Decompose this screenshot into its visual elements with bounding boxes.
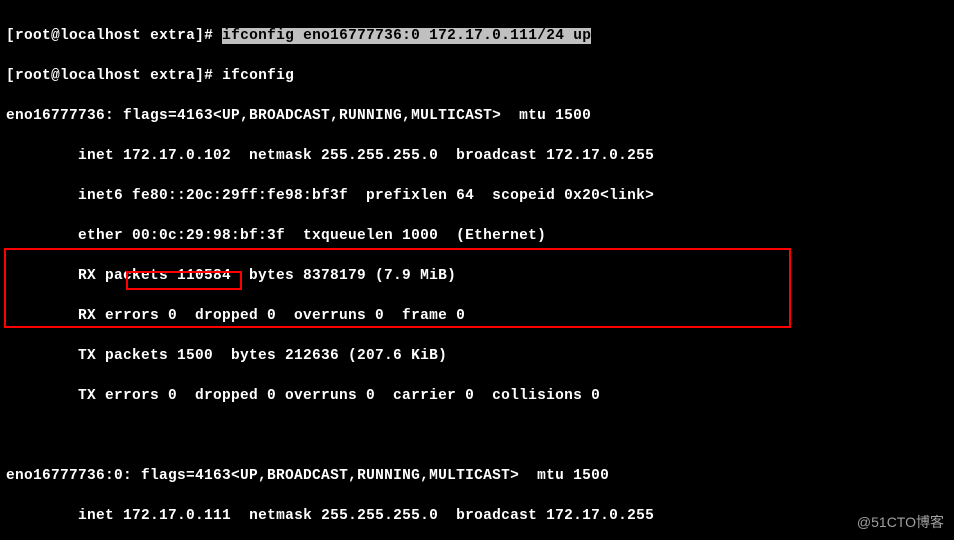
iface1-rxe: RX errors 0 dropped 0 overruns 0 frame 0: [6, 306, 948, 326]
iface2-ip: 172.17.0.111: [123, 508, 231, 524]
terminal-output[interactable]: [root@localhost extra]# ifconfig eno1677…: [0, 0, 954, 540]
blank-1: [6, 426, 948, 446]
iface2-header: eno16777736:0: flags=4163<UP,BROADCAST,R…: [6, 466, 948, 486]
prompt-line-1: [root@localhost extra]# ifconfig eno1677…: [6, 26, 948, 46]
iface1-ether: ether 00:0c:29:98:bf:3f txqueuelen 1000 …: [6, 226, 948, 246]
iface1-header: eno16777736: flags=4163<UP,BROADCAST,RUN…: [6, 106, 948, 126]
command-1-highlight: ifconfig eno16777736:0 172.17.0.111/24 u…: [222, 28, 591, 44]
iface1-inet6: inet6 fe80::20c:29ff:fe98:bf3f prefixlen…: [6, 186, 948, 206]
iface1-inet: inet 172.17.0.102 netmask 255.255.255.0 …: [6, 146, 948, 166]
iface2-inet: inet 172.17.0.111 netmask 255.255.255.0 …: [6, 506, 948, 526]
command-2: ifconfig: [222, 68, 294, 84]
iface1-rxp: RX packets 110584 bytes 8378179 (7.9 MiB…: [6, 266, 948, 286]
iface1-txe: TX errors 0 dropped 0 overruns 0 carrier…: [6, 386, 948, 406]
watermark: @51CTO博客: [857, 512, 944, 532]
iface1-txp: TX packets 1500 bytes 212636 (207.6 KiB): [6, 346, 948, 366]
prompt-line-2: [root@localhost extra]# ifconfig: [6, 66, 948, 86]
